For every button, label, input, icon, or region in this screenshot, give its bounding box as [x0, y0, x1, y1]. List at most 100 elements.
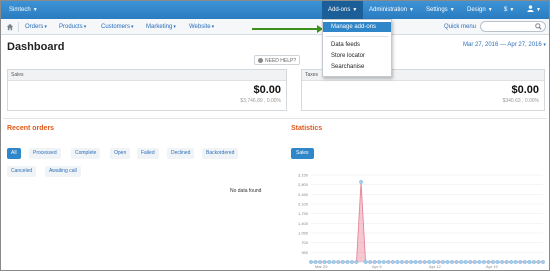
chevron-down-icon: ▼ — [509, 7, 515, 13]
data-point — [427, 260, 432, 264]
tab-canceled[interactable]: Canceled — [7, 166, 37, 177]
marketing-menu[interactable]: Marketing▾ — [146, 19, 176, 35]
menu-item-data-feeds[interactable]: Data feeds — [323, 40, 391, 50]
data-point — [486, 260, 491, 264]
data-point — [541, 260, 545, 264]
store-switcher[interactable]: Simtech ▼ — [9, 1, 38, 19]
data-point — [395, 260, 400, 264]
user-menu[interactable]: ▼ — [527, 1, 541, 19]
chevron-down-icon: ▼ — [352, 7, 358, 13]
data-point — [445, 260, 450, 264]
data-point — [409, 260, 413, 264]
y-tick-label: 1,400 — [298, 221, 309, 226]
data-point — [491, 260, 495, 264]
data-point — [500, 260, 504, 264]
search-input[interactable] — [485, 22, 537, 31]
data-point — [468, 260, 473, 264]
data-point — [327, 260, 332, 264]
tab-complete[interactable]: Complete — [71, 148, 101, 159]
customers-menu[interactable]: Customers▾ — [101, 19, 134, 35]
home-icon[interactable] — [6, 23, 14, 31]
data-point — [322, 260, 327, 264]
tab-awaiting-call[interactable]: Awaiting call — [45, 166, 81, 177]
data-point — [318, 260, 322, 264]
date-range-picker[interactable]: Mar 27, 2016 — Apr 27, 2016 ▾ — [463, 42, 546, 48]
data-point — [436, 260, 441, 264]
menu-divider — [326, 36, 388, 37]
addons-dropdown: Manage add-ons Data feeds Store locator … — [322, 19, 392, 77]
tab-all[interactable]: All — [7, 148, 21, 159]
design-menu[interactable]: Design ▼ — [467, 1, 493, 19]
statistics-tab-sales[interactable]: Sales — [291, 148, 314, 159]
data-point — [345, 260, 350, 264]
tab-declined[interactable]: Declined — [167, 148, 195, 159]
tab-backordered[interactable]: Backordered — [202, 148, 239, 159]
statistics-title: Statistics — [291, 125, 323, 132]
website-menu[interactable]: Website▾ — [189, 19, 214, 35]
addons-menu[interactable]: Add-ons ▼ — [322, 1, 364, 19]
quick-menu-link[interactable]: Quick menu — [444, 19, 476, 35]
products-menu[interactable]: Products▾ — [59, 19, 86, 35]
data-point — [504, 260, 509, 264]
x-tick-label: Apr 12 — [429, 264, 442, 269]
orders-menu[interactable]: Orders▾ — [25, 19, 47, 35]
chevron-down-icon: ▾ — [131, 24, 134, 30]
data-point — [381, 260, 386, 264]
data-point — [513, 260, 518, 264]
data-point — [363, 260, 368, 264]
tab-failed[interactable]: Failed — [137, 148, 159, 159]
data-point — [390, 260, 395, 264]
y-tick-label: 1,050 — [298, 231, 309, 236]
data-point — [495, 260, 500, 264]
currency-menu[interactable]: $ ▼ — [504, 1, 514, 19]
y-tick-label: 2,100 — [298, 202, 309, 207]
data-point — [359, 179, 363, 184]
search-icon[interactable] — [535, 23, 542, 30]
sales-previous: $3,746.89 , 0.00% — [240, 98, 281, 104]
y-tick-label: 2,800 — [298, 182, 309, 187]
settings-menu[interactable]: Settings ▼ — [426, 1, 455, 19]
chevron-down-icon: ▾ — [211, 24, 215, 30]
data-point — [450, 260, 454, 264]
menu-item-store-locator[interactable]: Store locator — [323, 51, 391, 61]
design-menu-label: Design — [467, 7, 486, 13]
addons-menu-label: Add-ons — [328, 7, 351, 13]
data-point — [481, 260, 486, 264]
chevron-down-icon: ▼ — [449, 7, 455, 13]
data-point — [527, 260, 532, 264]
sales-card: Sales $0.00 $3,746.89 , 0.00% — [7, 69, 287, 111]
y-tick-label: 350 — [301, 250, 308, 255]
tab-open[interactable]: Open — [110, 148, 131, 159]
orders-menu-label: Orders — [25, 24, 44, 30]
search-box[interactable] — [480, 21, 546, 32]
y-tick-label: 1,750 — [298, 211, 309, 216]
menu-item-searchanise[interactable]: Searchanise — [323, 62, 391, 72]
annotation-arrow — [252, 28, 322, 30]
data-point — [472, 260, 477, 264]
chevron-down-icon: ▾ — [543, 42, 546, 48]
user-icon — [527, 5, 534, 12]
settings-menu-label: Settings — [426, 7, 448, 13]
help-icon — [258, 58, 263, 63]
customers-menu-label: Customers — [101, 24, 131, 30]
data-point — [386, 260, 391, 264]
menu-item-manage-addons[interactable]: Manage add-ons — [323, 22, 391, 32]
administration-menu[interactable]: Administration ▼ — [369, 1, 414, 19]
y-tick-label: 3,150 — [298, 173, 309, 178]
tab-processed[interactable]: Processed — [29, 148, 61, 159]
data-point — [309, 260, 313, 264]
data-point — [536, 260, 541, 264]
currency-menu-label: $ — [504, 7, 508, 13]
need-help-button[interactable]: NEED HELP? — [254, 55, 301, 65]
secondary-menu-bar: Orders▾ Products▾ Customers▾ Marketing▾ … — [1, 19, 549, 35]
data-point — [377, 260, 382, 264]
data-point — [340, 260, 345, 264]
chevron-down-icon: ▼ — [487, 7, 493, 13]
data-point — [509, 260, 514, 264]
data-point — [354, 260, 359, 264]
products-menu-label: Products — [59, 24, 83, 30]
data-point — [336, 260, 341, 264]
section-divider — [3, 118, 547, 119]
data-point — [463, 260, 468, 264]
page-title: Dashboard — [7, 41, 65, 53]
